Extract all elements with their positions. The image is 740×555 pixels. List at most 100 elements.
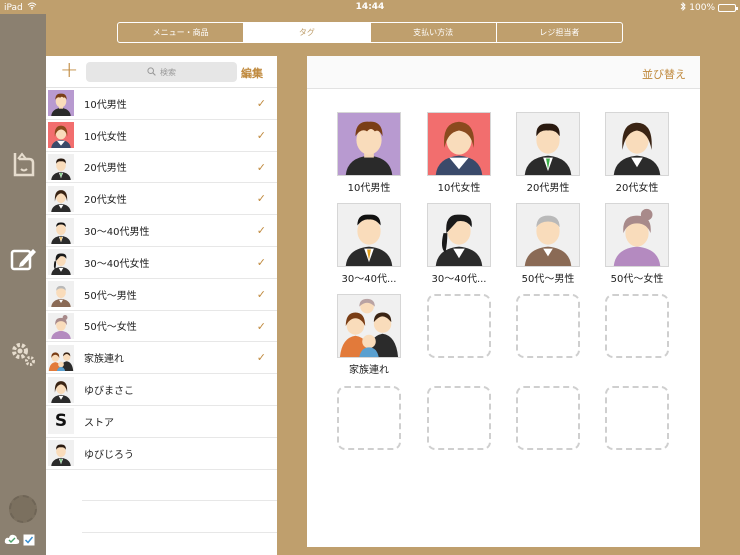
store-letter-icon: S [48, 408, 74, 435]
check-icon: ✓ [256, 319, 266, 333]
man-20s-avatar [516, 112, 580, 176]
category-segmented-control: メニュー・商品 タグ 支払い方法 レジ担当者 [117, 22, 623, 43]
add-tag-button[interactable]: + [60, 60, 78, 82]
tag-tile[interactable]: 20代女性 [605, 112, 669, 194]
bluetooth-icon [680, 1, 686, 14]
tab-cashiers[interactable]: レジ担当者 [497, 23, 622, 42]
list-item[interactable]: 30〜40代男性 ✓ [46, 215, 277, 247]
list-item-label: ゆびじろう [84, 449, 134, 461]
status-bar: iPad 14:44 100% [0, 0, 740, 14]
register-scale-icon[interactable] [6, 147, 40, 181]
tag-tile[interactable]: 30〜40代... [427, 203, 491, 285]
list-item[interactable]: 家族連れ ✓ [46, 342, 277, 375]
list-item[interactable]: 10代男性 ✓ [46, 88, 277, 120]
tile-label: 20代女性 [615, 183, 659, 194]
check-icon: ✓ [256, 351, 266, 365]
edit-button[interactable]: 編集 [241, 65, 263, 81]
tag-list-panel: + 検索 編集 10代男性 ✓ 10代女性 ✓ 20代男性 ✓ 20代女性 ✓ … [46, 56, 277, 555]
empty-tag-slot[interactable] [605, 386, 669, 450]
list-item[interactable]: ゆびまさこ [46, 374, 277, 406]
tile-label: 30〜40代... [341, 274, 397, 285]
tile-label: 10代女性 [437, 183, 481, 194]
man-50s-avatar [48, 281, 74, 308]
tag-grid-panel: 並び替え 10代男性 10代女性 20代男性 20代女性 30〜40代... 3… [307, 56, 700, 547]
tag-tile[interactable]: 20代男性 [516, 112, 580, 194]
edit-icon[interactable] [6, 242, 40, 276]
store-letter: S [54, 411, 68, 432]
clock: 14:44 [355, 2, 385, 12]
list-header: + 検索 編集 [46, 56, 277, 88]
list-item-label: 30〜40代男性 [84, 227, 150, 239]
list-item-label: 家族連れ [84, 354, 124, 366]
check-icon: ✓ [256, 97, 266, 110]
empty-tag-slot[interactable] [337, 386, 401, 450]
tile-label: 20代男性 [526, 183, 570, 194]
empty-row [82, 501, 277, 534]
tag-tile[interactable]: 10代男性 [337, 112, 401, 194]
tag-tile[interactable]: 50代〜女性 [605, 203, 669, 285]
grid-header: 並び替え [307, 56, 700, 89]
empty-tag-slot[interactable] [605, 294, 669, 358]
search-placeholder: 検索 [160, 67, 176, 77]
check-icon: ✓ [256, 160, 266, 174]
empty-tag-slot[interactable] [427, 294, 491, 358]
empty-row [82, 470, 277, 502]
check-icon: ✓ [256, 128, 266, 142]
list-item-label: ゆびまさこ [84, 386, 134, 398]
list-item-label: 20代女性 [84, 195, 127, 207]
profile-avatar-placeholder[interactable] [6, 492, 40, 526]
tile-label: 30〜40代... [431, 274, 487, 285]
list-item[interactable]: ゆびじろう [46, 438, 277, 470]
tile-label: 50代〜男性 [521, 274, 575, 285]
tab-tags[interactable]: タグ [244, 23, 371, 42]
search-icon [147, 66, 156, 78]
list-item[interactable]: 30〜40代女性 ✓ [46, 247, 277, 279]
checkbox-icon[interactable] [23, 531, 35, 550]
woman-20s-avatar [48, 185, 74, 212]
check-icon: ✓ [256, 255, 266, 269]
empty-tag-slot[interactable] [516, 386, 580, 450]
side-rail [0, 14, 46, 555]
list-item-label: 10代男性 [84, 99, 127, 111]
list-item[interactable]: 10代女性 ✓ [46, 120, 277, 152]
tag-tile[interactable]: 50代〜男性 [516, 203, 580, 285]
list-item-label: 50代〜男性 [84, 290, 137, 302]
woman-50s-avatar [605, 203, 669, 267]
tag-list: 10代男性 ✓ 10代女性 ✓ 20代男性 ✓ 20代女性 ✓ 30〜40代男性… [46, 88, 277, 534]
teen-boy-avatar [337, 112, 401, 176]
tab-payment-methods[interactable]: 支払い方法 [371, 23, 497, 42]
list-item[interactable]: 20代女性 ✓ [46, 183, 277, 216]
list-item[interactable]: S ストア [46, 406, 277, 438]
teen-girl-avatar [427, 112, 491, 176]
woman-20s-avatar [48, 376, 74, 403]
settings-gear-icon[interactable] [6, 336, 40, 370]
empty-tag-slot[interactable] [516, 294, 580, 358]
tag-tile[interactable]: 30〜40代... [337, 203, 401, 285]
man-30s-40s-avatar [48, 217, 74, 244]
list-item-label: 20代男性 [84, 163, 127, 175]
list-item[interactable]: 50代〜男性 ✓ [46, 279, 277, 311]
search-input[interactable]: 検索 [86, 62, 237, 82]
sort-button[interactable]: 並び替え [642, 66, 686, 82]
check-icon: ✓ [256, 287, 266, 301]
list-item-label: 50代〜女性 [84, 322, 137, 334]
tile-label: 10代男性 [347, 183, 391, 194]
battery-percent: 100% [689, 3, 715, 13]
tile-label: 家族連れ [349, 365, 389, 376]
list-item-label: ストア [84, 417, 114, 429]
empty-tag-slot[interactable] [427, 386, 491, 450]
family-avatar [337, 294, 401, 358]
woman-30s-40s-avatar [427, 203, 491, 267]
teen-boy-avatar [48, 90, 74, 117]
list-item-label: 10代女性 [84, 131, 127, 143]
cloud-sync-icon[interactable] [4, 531, 20, 550]
man-20s-avatar [48, 440, 74, 467]
list-item[interactable]: 20代男性 ✓ [46, 152, 277, 184]
check-icon: ✓ [256, 192, 266, 206]
tag-tile[interactable]: 10代女性 [427, 112, 491, 194]
woman-30s-40s-avatar [48, 249, 74, 276]
tab-menu-products[interactable]: メニュー・商品 [118, 23, 245, 42]
list-item[interactable]: 50代〜女性 ✓ [46, 311, 277, 343]
tag-tile[interactable]: 家族連れ [337, 294, 401, 376]
family-avatar [48, 344, 74, 371]
